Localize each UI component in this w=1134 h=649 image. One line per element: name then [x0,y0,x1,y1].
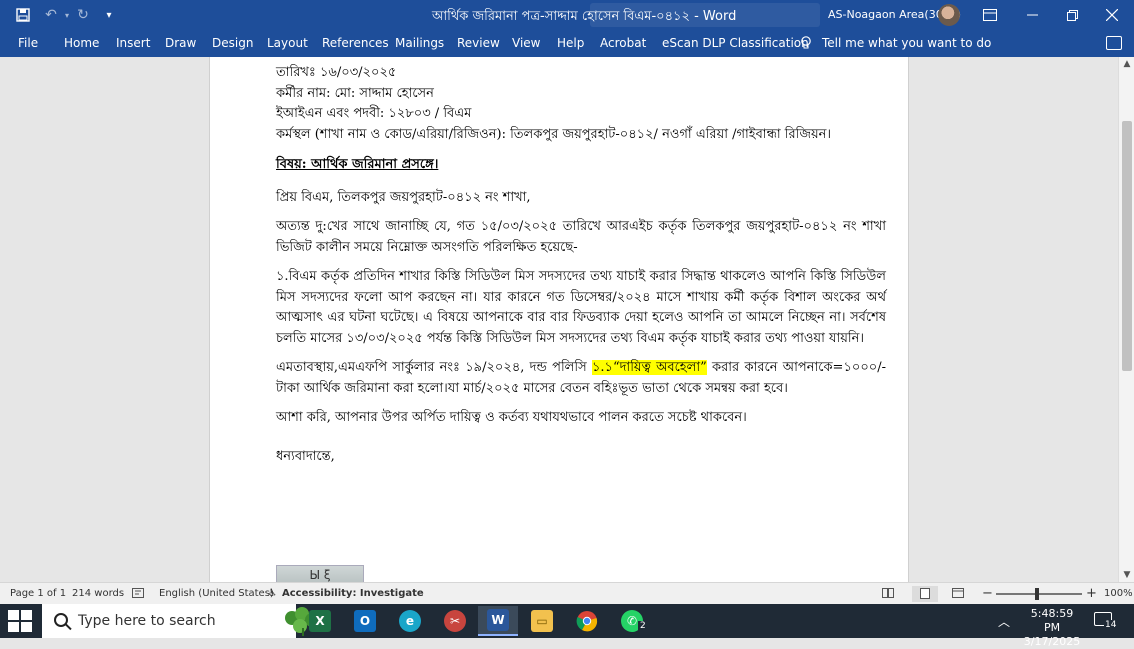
closing-line: ধন্যবাদান্তে, [276,448,335,464]
search-placeholder: Type here to search [78,613,216,629]
zoom-slider[interactable] [996,593,1082,595]
scrollbar-thumb[interactable] [1122,121,1132,371]
edge-app-icon[interactable]: e [390,606,430,636]
taskbar-clock[interactable]: 5:48:59 PM 3/17/2025 [1022,607,1082,649]
subject-line: বিষয়: আর্থিক জরিমানা প্রসঙ্গে। [276,157,439,172]
snipping-tool-icon[interactable]: ✂ [435,606,475,636]
search-icon [54,613,68,627]
paragraph-1: অত্যন্ত দু:খের সাথে জানাচ্ছি যে, গত ১৫/০… [276,219,886,255]
document-title: আর্থিক জরিমানা পত্র-সাদ্দাম হোসেন বিএম-০… [432,9,737,24]
tab-help[interactable]: Help [557,36,584,50]
tab-insert[interactable]: Insert [116,36,150,50]
word-app-icon[interactable]: W [478,606,518,636]
highlighted-text: ১.১“দায়িত্ব অবহেলা” [591,360,707,375]
signature-image[interactable]: Ы ξ [276,565,364,582]
employee-name-line: কর্মীর নাম: মো: সাদ্দাম হোসেন [276,85,434,101]
tab-references[interactable]: References [322,36,389,50]
maximize-button[interactable] [1052,0,1092,30]
workplace-line: কর্মস্থল (শাখা নাম ও কোড/এরিয়া/রিজিওন):… [276,126,832,142]
accessibility-status[interactable]: Accessibility: Investigate [282,588,424,599]
windows-taskbar: Type here to search X O e ✂ W ▭ ✆ 2 ︿ 5:… [0,604,1134,648]
tell-me-search[interactable]: Tell me what you want to do [822,36,991,50]
avatar[interactable] [938,4,960,26]
accessibility-icon[interactable]: ♿ [268,588,277,599]
excel-app-icon[interactable]: X [300,606,340,636]
taskbar-search-box[interactable]: Type here to search [42,604,326,638]
save-icon[interactable] [14,6,32,24]
clock-date: 3/17/2025 [1023,635,1081,648]
paragraph-2: ১.বিএম কর্তৃক প্রতিদিন শাখার কিস্তি সিডি… [276,269,886,346]
outlook-app-icon[interactable]: O [345,606,385,636]
redo-icon[interactable]: ↻ [74,6,92,24]
whatsapp-badge: 2 [638,621,648,631]
date-line: তারিখঃ ১৬/০৩/২০২৫ [276,65,397,80]
paragraph-3: এমতাবস্থায়,এমএফপি সার্কুলার নংঃ ১৯/২০২৪… [276,358,886,399]
tab-file[interactable]: File [18,36,38,50]
page-count[interactable]: Page 1 of 1 [10,588,66,599]
ribbon-display-options-icon[interactable] [970,0,1010,30]
scroll-up-icon[interactable]: ▲ [1119,57,1134,71]
web-layout-icon[interactable] [952,588,964,601]
read-mode-icon[interactable] [882,588,894,601]
tab-mailings[interactable]: Mailings [395,36,444,50]
word-count[interactable]: 214 words [72,588,124,599]
paragraph-3-start: এমতাবস্থায়,এমএফপি সার্কুলার নংঃ ১৯/২০২৪… [276,360,592,375]
windows-start-icon[interactable] [8,610,32,632]
notification-count: 14 [1104,620,1118,630]
tab-view[interactable]: View [512,36,540,50]
tab-review[interactable]: Review [457,36,500,50]
tab-draw[interactable]: Draw [165,36,196,50]
customize-toolbar-icon[interactable]: ▾ [100,6,118,24]
tab-design[interactable]: Design [212,36,253,50]
tab-layout[interactable]: Layout [267,36,308,50]
paragraph-4: আশা করি, আপনার উপর অর্পিত দায়িত্ব ও কর্… [276,410,747,425]
clock-time: 5:48:59 PM [1030,607,1074,634]
ribbon-tabs: File Home Insert Draw Design Layout Refe… [0,30,1134,57]
chrome-app-icon[interactable] [567,606,607,636]
document-page[interactable]: তারিখঃ ১৬/০৩/২০২৫ কর্মীর নাম: মো: সাদ্দা… [209,57,909,582]
print-layout-icon[interactable] [912,586,938,602]
whatsapp-app-icon[interactable]: ✆ 2 [612,606,652,636]
employee-id-line: ইআইএন এবং পদবী: ১২৮০৩ / বিএম [276,106,472,121]
minimize-button[interactable] [1012,0,1052,30]
document-body[interactable]: তারিখঃ ১৬/০৩/২০২৫ কর্মীর নাম: মো: সাদ্দা… [276,63,886,476]
salutation: প্রিয় বিএম, তিলকপুর জয়পুরহাট-০৪১২ নং শ… [276,189,531,205]
zoom-slider-thumb[interactable] [1035,588,1039,600]
zoom-in-icon[interactable]: + [1086,586,1097,601]
signature-glyph: Ы ξ [309,568,331,582]
tray-overflow-icon[interactable]: ︿ [998,613,1010,630]
close-button[interactable] [1092,0,1132,30]
lightbulb-icon[interactable] [800,36,812,53]
tab-escan-dlp[interactable]: eScan DLP Classification [662,36,809,50]
proofing-icon[interactable] [132,588,144,601]
status-bar: Page 1 of 1 214 words English (United St… [0,582,1134,604]
tab-acrobat[interactable]: Acrobat [600,36,646,50]
file-explorer-icon[interactable]: ▭ [522,606,562,636]
language[interactable]: English (United States) [159,588,274,599]
scroll-down-icon[interactable]: ▼ [1119,568,1134,582]
zoom-out-icon[interactable]: − [982,586,993,601]
title-bar: ↶ ▾ ↻ ▾ আর্থিক জরিমানা পত্র-সাদ্দাম হোসে… [0,0,1134,30]
zoom-level[interactable]: 100% [1104,588,1133,599]
tab-home[interactable]: Home [64,36,99,50]
vertical-scrollbar[interactable]: ▲ ▼ [1118,57,1134,582]
document-workspace: তারিখঃ ১৬/০৩/২০২৫ কর্মীর নাম: মো: সাদ্দা… [0,57,1118,582]
comments-icon[interactable] [1106,36,1122,50]
